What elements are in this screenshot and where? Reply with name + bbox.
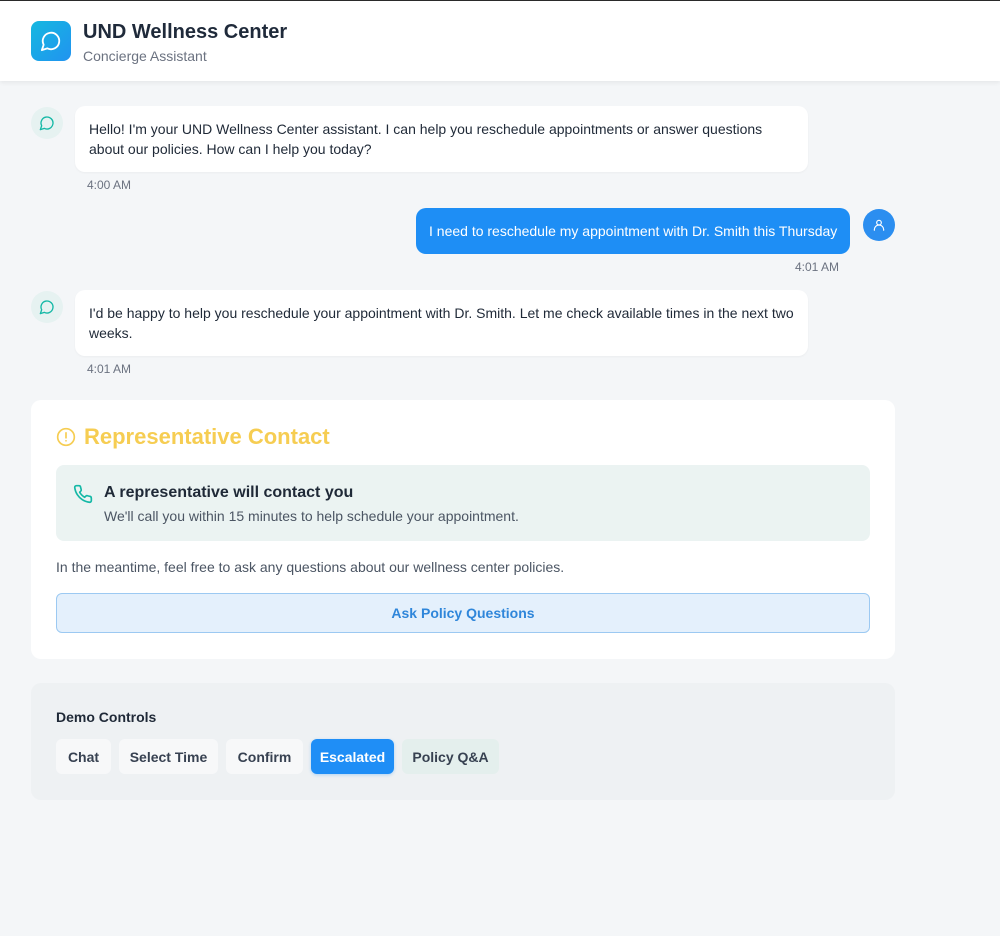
representative-contact-card: Representative Contact A representative … — [31, 400, 895, 659]
user-message-bubble: I need to reschedule my appointment with… — [416, 208, 851, 254]
demo-escalated-button[interactable]: Escalated — [311, 739, 394, 774]
message-timestamp: 4:01 AM — [795, 260, 840, 274]
callback-notice: A representative will contact you We'll … — [56, 465, 870, 541]
demo-controls-panel: Demo Controls Chat Select Time Confirm E… — [31, 683, 895, 800]
app-header: UND Wellness Center Concierge Assistant — [0, 1, 1000, 81]
demo-chat-button[interactable]: Chat — [56, 739, 111, 774]
demo-confirm-button[interactable]: Confirm — [226, 739, 303, 774]
chat-logo-icon — [31, 21, 71, 61]
app-subtitle: Concierge Assistant — [83, 48, 207, 64]
bot-message-bubble: I'd be happy to help you reschedule your… — [75, 290, 808, 356]
card-title: Representative Contact — [84, 424, 330, 449]
bot-message-bubble: Hello! I'm your UND Wellness Center assi… — [75, 106, 808, 172]
demo-controls-title: Demo Controls — [56, 709, 157, 725]
notice-title: A representative will contact you — [104, 484, 354, 501]
bot-avatar-icon — [31, 291, 63, 323]
message-timestamp: 4:00 AM — [87, 178, 132, 192]
user-avatar-icon — [863, 209, 895, 241]
ask-policy-questions-button[interactable]: Ask Policy Questions — [56, 593, 870, 633]
phone-icon — [73, 484, 93, 509]
message-timestamp: 4:01 AM — [87, 362, 132, 376]
demo-policy-qa-button[interactable]: Policy Q&A — [402, 739, 499, 774]
alert-circle-icon — [56, 427, 76, 452]
meantime-text: In the meantime, feel free to ask any qu… — [56, 559, 565, 575]
bot-avatar-icon — [31, 107, 63, 139]
notice-text: We'll call you within 15 minutes to help… — [104, 508, 519, 524]
demo-select-time-button[interactable]: Select Time — [119, 739, 218, 774]
app-title: UND Wellness Center — [83, 21, 288, 43]
